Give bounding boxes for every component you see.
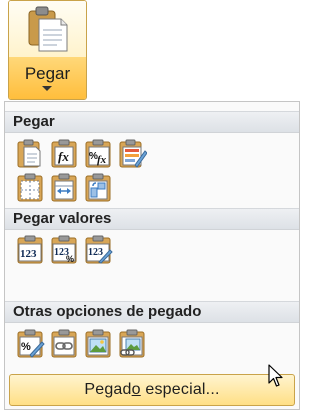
paste-keep-source-formatting-icon[interactable] (117, 139, 147, 169)
paste-formulas-icon[interactable]: fx (49, 139, 79, 169)
paste-link-icon[interactable] (49, 329, 79, 359)
section-header-paste: Pegar (5, 111, 299, 133)
clipboard-icon (28, 6, 68, 52)
svg-text:123: 123 (20, 248, 37, 260)
paste-formatting-icon[interactable]: % (15, 329, 45, 359)
paste-button-label: Pegar (24, 64, 71, 83)
paste-split-button[interactable]: Pegar (8, 0, 87, 100)
svg-text:%: % (66, 254, 74, 264)
paste-values-source-formatting-icon[interactable]: 123 (83, 235, 113, 265)
paste-special-button[interactable]: Pegado especial... (9, 374, 295, 406)
paste-transpose-icon[interactable] (83, 173, 113, 203)
section-title: Pegar valores (13, 210, 112, 227)
paste-no-borders-icon[interactable] (15, 173, 45, 203)
paste-special-label-prefix: Pegad (84, 381, 132, 398)
section-title: Pegar (13, 113, 55, 130)
paste-special-label-suffix: especial... (140, 381, 220, 398)
paste-dropdown-menu: Pegar fx % fx Pegar valores 123 123 % 12… (4, 101, 300, 410)
paste-picture-icon[interactable] (83, 329, 113, 359)
paste-icon[interactable] (15, 139, 45, 169)
paste-special-label: Pegado especial... (10, 381, 294, 399)
svg-text:fx: fx (58, 149, 69, 164)
paste-button-top[interactable] (9, 1, 86, 58)
section-title: Otras opciones de pegado (13, 303, 202, 320)
paste-keep-column-widths-icon[interactable] (49, 173, 79, 203)
section-header-other-paste-options: Otras opciones de pegado (5, 301, 299, 323)
paste-values-icon[interactable]: 123 (15, 235, 45, 265)
paste-values-number-format-icon[interactable]: 123 % (49, 235, 79, 265)
paste-linked-picture-icon[interactable] (117, 329, 147, 359)
mouse-pointer-icon (268, 364, 283, 387)
svg-text:%: % (21, 341, 31, 353)
svg-text:fx: fx (97, 154, 107, 166)
paste-formulas-number-format-icon[interactable]: % fx (83, 139, 113, 169)
paste-button-dropdown[interactable]: Pegar (9, 57, 86, 99)
chevron-down-icon (42, 86, 52, 91)
paste-special-label-accesskey: o (131, 381, 141, 398)
section-header-paste-values: Pegar valores (5, 208, 299, 230)
svg-text:123: 123 (88, 247, 103, 258)
